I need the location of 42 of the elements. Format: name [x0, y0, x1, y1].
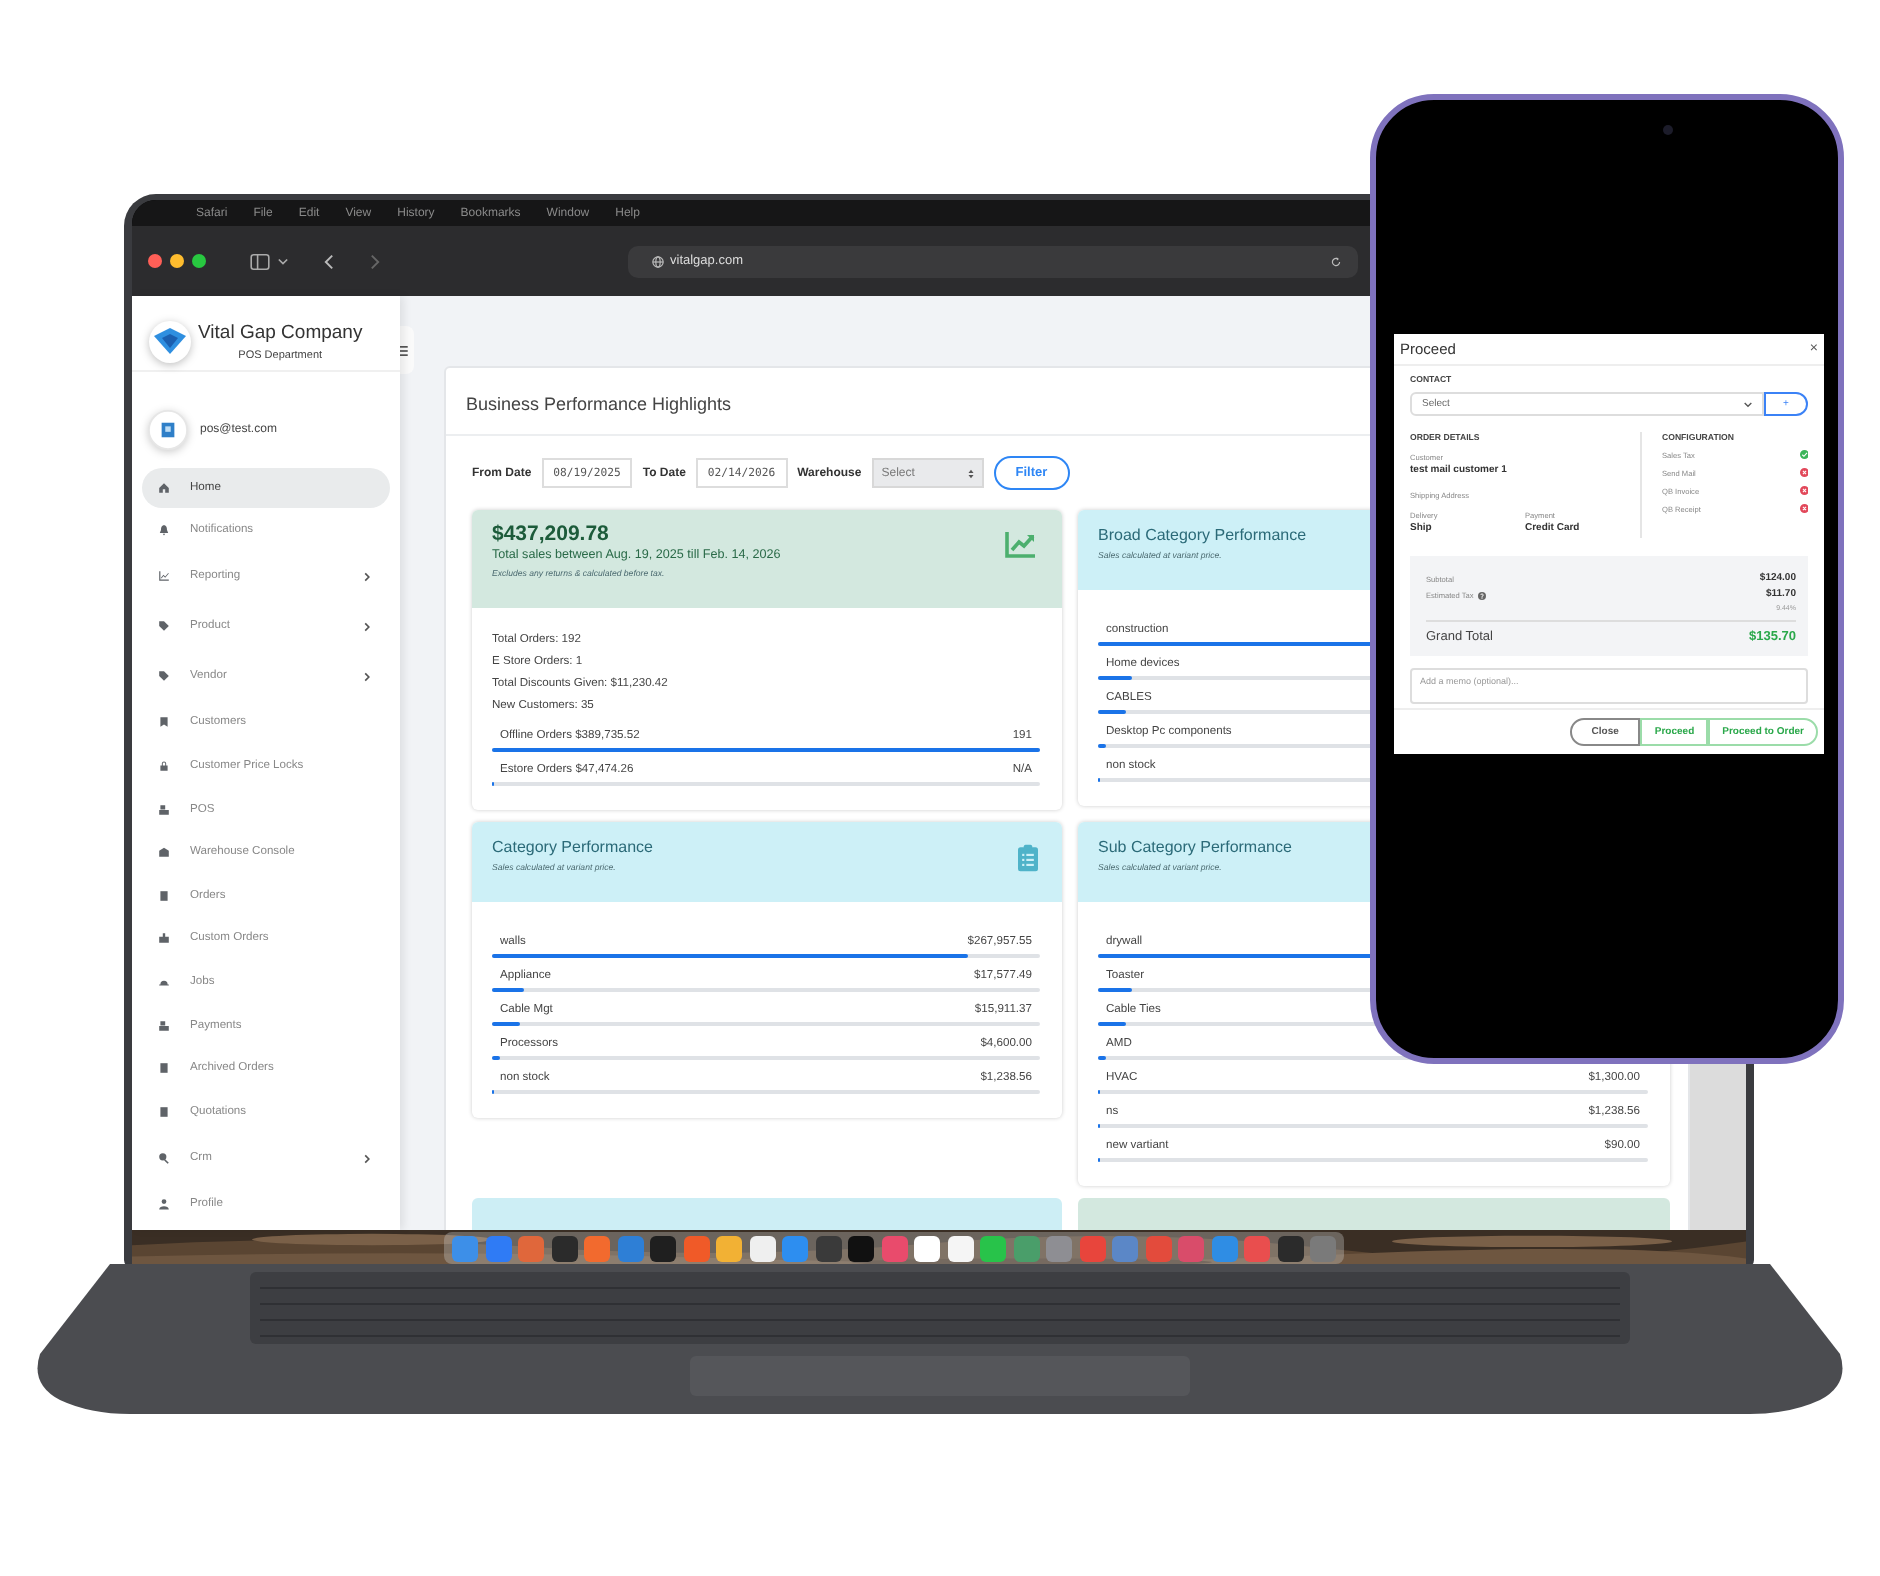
- sort-arrows-icon: [967, 467, 974, 479]
- person-icon: [158, 1198, 170, 1211]
- lock-icon: [158, 759, 170, 772]
- total-sales: $437,209.78: [492, 522, 611, 546]
- window-maximize-button[interactable]: [192, 254, 206, 268]
- app-icon[interactable]: [848, 1235, 874, 1261]
- camera-icon: [1662, 124, 1674, 136]
- bookmark-icon: [158, 716, 170, 729]
- document-icon: [158, 1105, 170, 1118]
- panel-title: Business Performance Highlights: [466, 394, 732, 414]
- app-icon[interactable]: [980, 1235, 1006, 1261]
- app-icon[interactable]: [650, 1235, 676, 1261]
- register-icon: [158, 1019, 170, 1032]
- company-name: Vital Gap Company: [198, 321, 363, 343]
- home-icon: [158, 482, 170, 494]
- document-icon: [158, 889, 170, 902]
- help-icon[interactable]: [1477, 592, 1486, 600]
- register-icon: [158, 803, 170, 816]
- app-icon[interactable]: [914, 1235, 940, 1261]
- chevron-down-icon[interactable]: [278, 257, 288, 265]
- bell-icon: [158, 523, 170, 536]
- globe-icon: [652, 255, 664, 267]
- chart-icon: [158, 570, 170, 583]
- search-icon: [158, 1152, 170, 1165]
- reload-icon[interactable]: [1330, 255, 1342, 267]
- chart-icon: [1004, 530, 1038, 558]
- building-icon: [158, 846, 170, 859]
- tag-icon: [158, 670, 170, 683]
- sidebar-icon[interactable]: [250, 253, 270, 269]
- card-title: Category Performance: [492, 838, 653, 856]
- window-close-button[interactable]: [148, 254, 162, 268]
- document-icon: [158, 1062, 170, 1075]
- card-title: Broad Category Performance: [1098, 526, 1307, 544]
- forward-icon[interactable]: [370, 253, 380, 269]
- cloche-icon: [158, 975, 170, 988]
- avatar-icon: [148, 410, 188, 450]
- card-title: Sub Category Performance: [1098, 838, 1292, 856]
- caret-icon: [1744, 401, 1752, 407]
- window-minimize-button[interactable]: [170, 254, 184, 268]
- tag-icon: [158, 620, 170, 633]
- back-icon[interactable]: [324, 253, 334, 269]
- app-icon[interactable]: [716, 1235, 742, 1261]
